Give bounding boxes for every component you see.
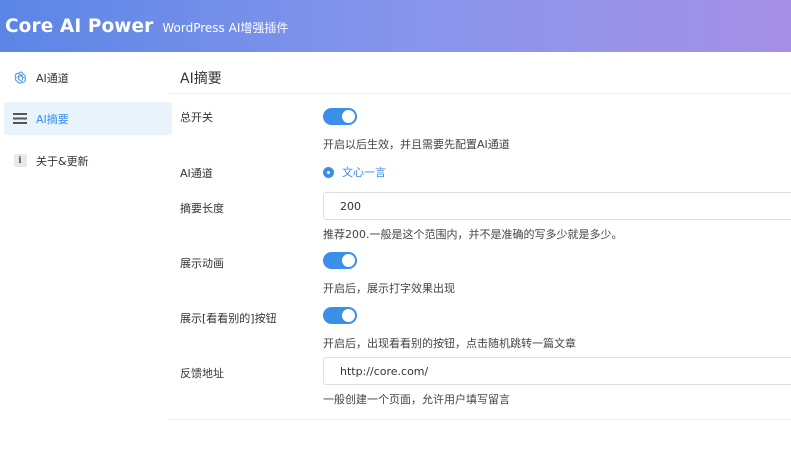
brand-subtitle: WordPress AI增强插件 [162, 20, 289, 35]
brand-title: Core AI Power [5, 15, 154, 37]
radio-selected-icon [323, 166, 334, 178]
sidebar-item-label: AI摘要 [36, 112, 69, 126]
sidebar: AI通道 AI摘要 i 关于&更新 [0, 52, 175, 459]
app-header: Core AI Power WordPress AI增强插件 [0, 0, 791, 52]
show-others-label: 展示[看看别的]按钮 [180, 312, 277, 325]
openai-icon [12, 70, 28, 86]
show-others-toggle[interactable] [323, 307, 357, 324]
sidebar-item-about[interactable]: i 关于&更新 [4, 144, 172, 177]
master-switch-desc: 开启以后生效，并且需要先配置AI通道 [323, 138, 510, 151]
feedback-url-label: 反馈地址 [180, 367, 224, 380]
feedback-url-input[interactable] [323, 357, 791, 385]
sidebar-item-ai-summary[interactable]: AI摘要 [4, 102, 172, 135]
sidebar-item-label: AI通道 [36, 71, 69, 85]
show-animation-label: 展示动画 [180, 257, 224, 270]
summary-length-label: 摘要长度 [180, 202, 224, 215]
master-switch-label: 总开关 [180, 111, 213, 124]
page-title: AI摘要 [180, 71, 222, 87]
summary-length-desc: 推荐200.一般是这个范围内，并不是准确的写多少就是多少。 [323, 228, 623, 241]
info-icon: i [12, 153, 28, 169]
show-animation-toggle[interactable] [323, 252, 357, 269]
channel-radio-wenxin[interactable]: 文心一言 [323, 164, 386, 180]
summary-length-input[interactable] [323, 192, 791, 220]
show-animation-desc: 开启后，展示打字效果出现 [323, 282, 455, 295]
settings-panel: AI摘要 总开关 开启以后生效，并且需要先配置AI通道 AI通道 文心一言 摘要… [168, 52, 791, 459]
sidebar-item-ai-channel[interactable]: AI通道 [4, 61, 172, 94]
list-icon [12, 111, 28, 127]
show-others-desc: 开启后，出现看看别的按钮，点击随机跳转一篇文章 [323, 337, 576, 350]
channel-option-label: 文心一言 [342, 166, 386, 179]
sidebar-item-label: 关于&更新 [36, 154, 89, 168]
channel-label: AI通道 [180, 167, 213, 180]
divider [168, 419, 791, 420]
feedback-url-desc: 一般创建一个页面，允许用户填写留言 [323, 393, 510, 406]
master-switch-toggle[interactable] [323, 108, 357, 125]
divider [168, 93, 791, 94]
